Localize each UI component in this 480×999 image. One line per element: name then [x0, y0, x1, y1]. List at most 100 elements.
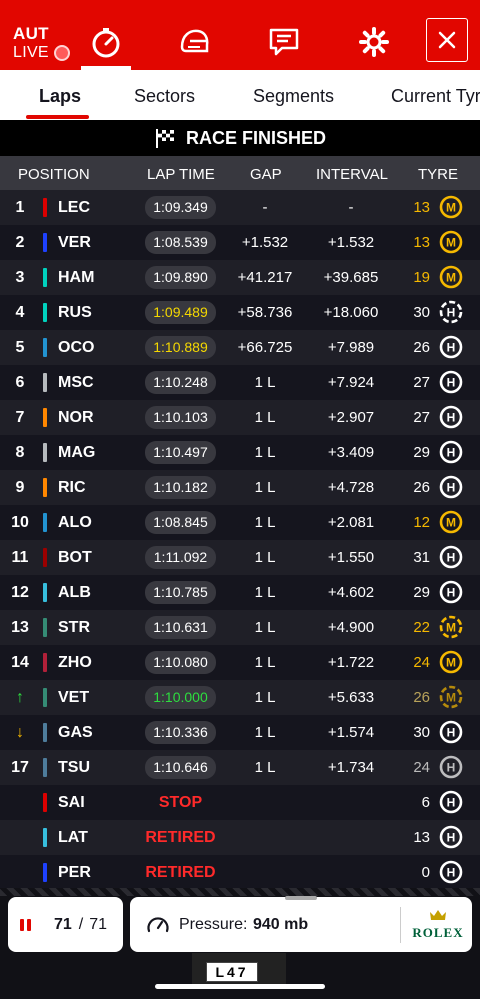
table-row[interactable]: PER RETIRED 0 H — [0, 855, 480, 890]
team-color-bar — [43, 303, 47, 322]
driver-code: LAT — [58, 829, 88, 846]
lap-time: 1:08.539 — [145, 231, 216, 254]
col-lap-time: LAP TIME — [147, 166, 215, 183]
col-gap: GAP — [250, 166, 282, 183]
table-row[interactable]: 10 ALO 1:08.845 1 L +2.081 12 M — [0, 505, 480, 540]
row-position: 4 — [15, 304, 25, 321]
row-position: 5 — [15, 339, 25, 356]
gap-value: - — [262, 199, 268, 216]
table-row[interactable]: 4 RUS 1:09.489 +58.736 +18.060 30 H — [0, 295, 480, 330]
medium-tyre-icon: M — [439, 650, 463, 674]
tyre-laps: 26 — [413, 339, 430, 356]
live-indicator[interactable]: LIVE — [13, 43, 70, 62]
svg-text:H: H — [447, 761, 456, 775]
table-row[interactable]: 1 LEC 1:09.349 - - 13 M — [0, 190, 480, 225]
row-position: 11 — [11, 549, 29, 566]
medium-tyre-icon: M — [439, 195, 463, 219]
drag-handle[interactable] — [285, 896, 317, 900]
svg-text:M: M — [446, 621, 456, 635]
lap-time: 1:08.845 — [145, 511, 216, 534]
table-row[interactable]: 13 STR 1:10.631 1 L +4.900 22 M — [0, 610, 480, 645]
status-label: RETIRED — [145, 864, 216, 881]
svg-text:M: M — [446, 691, 456, 705]
tab-laps[interactable]: Laps — [39, 86, 81, 107]
tab-current-tyres[interactable]: Current Tyres — [391, 86, 480, 107]
tab-segments[interactable]: Segments — [253, 86, 334, 107]
interval-value: +1.550 — [327, 549, 375, 566]
settings-icon — [359, 27, 389, 57]
team-color-bar — [43, 268, 47, 287]
track-stripes — [0, 888, 480, 896]
lap-time: 1:11.092 — [145, 546, 216, 569]
race-status-text: RACE FINISHED — [185, 127, 326, 148]
row-position: 3 — [15, 269, 25, 286]
helmet-icon-button[interactable] — [172, 20, 216, 64]
driver-code: LEC — [58, 199, 90, 216]
team-color-bar — [43, 408, 47, 427]
lap-time: 1:10.248 — [145, 371, 216, 394]
lap-counter-card[interactable]: 71 / 71 — [8, 897, 123, 952]
interval-value: +1.532 — [327, 234, 375, 251]
hard-tyre-icon: H — [439, 300, 463, 324]
driver-code: BOT — [58, 549, 92, 566]
svg-text:H: H — [447, 551, 456, 565]
team-color-bar — [43, 863, 47, 882]
weather-card[interactable]: Pressure: 940 mb ROLEX — [130, 896, 472, 952]
gap-value: 1 L — [254, 759, 276, 776]
tyre-laps: 27 — [413, 374, 430, 391]
interval-value: +7.989 — [327, 339, 375, 356]
gap-value: 1 L — [254, 724, 276, 741]
gap-value: +41.217 — [237, 269, 293, 286]
table-row[interactable]: SAI STOP 6 H — [0, 785, 480, 820]
driver-code: RUS — [58, 304, 92, 321]
session-info: AUT LIVE — [13, 24, 70, 62]
medium-tyre-icon: M — [439, 510, 463, 534]
table-row[interactable]: LAT RETIRED 13 H — [0, 820, 480, 855]
settings-icon-button[interactable] — [352, 20, 396, 64]
messages-icon-button[interactable] — [262, 20, 306, 64]
row-position: ↑ — [16, 689, 24, 706]
live-dot-icon — [53, 44, 70, 61]
table-row[interactable]: 6 MSC 1:10.248 1 L +7.924 27 H — [0, 365, 480, 400]
gap-value: 1 L — [254, 619, 276, 636]
table-row[interactable]: 7 NOR 1:10.103 1 L +2.907 27 H — [0, 400, 480, 435]
close-button[interactable] — [426, 18, 468, 62]
tyre-laps: 29 — [413, 584, 430, 601]
hard-tyre-icon: H — [439, 580, 463, 604]
hard-tyre-icon: H — [439, 405, 463, 429]
table-row[interactable]: 12 ALB 1:10.785 1 L +4.602 29 H — [0, 575, 480, 610]
tyre-laps: 13 — [413, 199, 430, 216]
tyre-laps: 22 — [413, 619, 430, 636]
table-row[interactable]: 9 RIC 1:10.182 1 L +4.728 26 H — [0, 470, 480, 505]
lap-time: 1:10.182 — [145, 476, 216, 499]
table-row[interactable]: 3 HAM 1:09.890 +41.217 +39.685 19 M — [0, 260, 480, 295]
team-color-bar — [43, 758, 47, 777]
svg-text:M: M — [446, 516, 456, 530]
team-color-bar — [43, 828, 47, 847]
row-position: 8 — [15, 444, 25, 461]
gap-value: 1 L — [254, 409, 276, 426]
svg-text:H: H — [447, 446, 456, 460]
table-row[interactable]: 2 VER 1:08.539 +1.532 +1.532 13 M — [0, 225, 480, 260]
home-indicator[interactable] — [155, 984, 325, 989]
table-row[interactable]: ↓ GAS 1:10.336 1 L +1.574 30 H — [0, 715, 480, 750]
table-row[interactable]: 8 MAG 1:10.497 1 L +3.409 29 H — [0, 435, 480, 470]
table-row[interactable]: 11 BOT 1:11.092 1 L +1.550 31 H — [0, 540, 480, 575]
hard-tyre-icon: H — [439, 545, 463, 569]
table-row[interactable]: 5 OCO 1:10.889 +66.725 +7.989 26 H — [0, 330, 480, 365]
interval-value: +3.409 — [327, 444, 375, 461]
timing-table: 1 LEC 1:09.349 - - 13 M 2 VER 1:08.539 +1.532 +1.53… — [0, 190, 480, 890]
tyre-laps: 13 — [413, 234, 430, 251]
tyre-laps: 26 — [413, 689, 430, 706]
tab-sectors[interactable]: Sectors — [134, 86, 195, 107]
tyre-laps: 24 — [413, 654, 430, 671]
gap-value: 1 L — [254, 479, 276, 496]
table-row[interactable]: 17 TSU 1:10.646 1 L +1.734 24 H — [0, 750, 480, 785]
svg-text:H: H — [447, 831, 456, 845]
table-row[interactable]: ↑ VET 1:10.000 1 L +5.633 26 M — [0, 680, 480, 715]
tyre-laps: 19 — [413, 269, 430, 286]
gap-value: 1 L — [254, 549, 276, 566]
table-row[interactable]: 14 ZHO 1:10.080 1 L +1.722 24 M — [0, 645, 480, 680]
medium-tyre-icon: M — [439, 615, 463, 639]
timer-icon-button[interactable] — [81, 20, 131, 70]
